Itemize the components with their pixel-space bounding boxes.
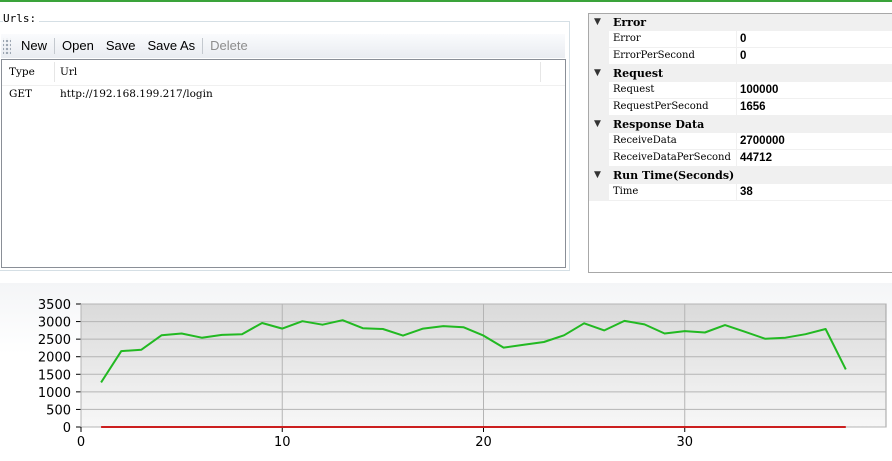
property-row[interactable]: ReceiveData 2700000 (589, 133, 892, 150)
category-label: Response Data (613, 118, 705, 131)
chevron-down-icon[interactable]: ▼ (594, 65, 601, 82)
category-response-data[interactable]: ▼ Response Data (589, 116, 892, 133)
url-row-type: GET (9, 88, 33, 100)
property-name: RequestPerSecond (613, 99, 737, 115)
y-tick-label: 2500 (38, 333, 71, 348)
property-row[interactable]: Request 100000 (589, 82, 892, 99)
new-button[interactable]: New (15, 35, 53, 57)
column-divider[interactable] (540, 62, 541, 82)
chevron-down-icon[interactable]: ▼ (594, 116, 601, 133)
y-tick-label: 3000 (38, 316, 71, 331)
property-value: 0 (740, 50, 747, 62)
property-value: 2700000 (740, 135, 785, 147)
delete-button[interactable]: Delete (204, 35, 254, 57)
top-accent-line (0, 0, 892, 2)
y-tick-label: 2000 (38, 351, 71, 366)
column-divider[interactable] (54, 62, 55, 82)
property-row[interactable]: Error 0 (589, 31, 892, 48)
property-value: 38 (740, 186, 753, 198)
category-run-time[interactable]: ▼ Run Time(Seconds) (589, 167, 892, 184)
property-row[interactable]: ErrorPerSecond 0 (589, 48, 892, 65)
category-label: Request (613, 67, 664, 80)
chevron-down-icon[interactable]: ▼ (594, 14, 601, 31)
property-value: 100000 (740, 84, 779, 96)
requests-chart: 0 500 1000 1500 2000 2500 3000 3500 0 10 20 30 (38, 298, 887, 450)
toolbar-separator (54, 38, 56, 54)
category-error[interactable]: ▼ Error (589, 14, 892, 31)
property-name: ReceiveData (613, 133, 737, 149)
url-list-header: Type Url (2, 60, 565, 86)
property-row[interactable]: RequestPerSecond 1656 (589, 99, 892, 116)
urls-toolbar: New Open Save Save As Delete (1, 34, 565, 58)
urls-legend: Urls: (3, 12, 40, 26)
property-value: 44712 (740, 152, 772, 164)
category-label: Run Time(Seconds) (613, 169, 735, 182)
save-button[interactable]: Save (100, 35, 142, 57)
property-row[interactable]: Time 38 (589, 184, 892, 201)
property-name: Time (613, 184, 737, 200)
property-value: 1656 (740, 101, 766, 113)
x-tick-label: 0 (77, 435, 85, 450)
property-row[interactable]: ReceiveDataPerSecond 44712 (589, 150, 892, 167)
property-name: ReceiveDataPerSecond (613, 150, 737, 166)
toolbar-grip[interactable] (3, 38, 11, 54)
y-tick-label: 3500 (38, 298, 71, 313)
y-tick-label: 1000 (38, 386, 71, 401)
y-tick-label: 500 (46, 403, 71, 418)
url-row[interactable]: GET http://192.168.199.217/login (2, 86, 565, 105)
x-tick-label: 20 (475, 435, 492, 450)
category-request[interactable]: ▼ Request (589, 65, 892, 82)
x-tick-label: 10 (274, 435, 291, 450)
property-name: ErrorPerSecond (613, 48, 737, 64)
property-name: Error (613, 31, 737, 47)
y-tick-label: 0 (63, 421, 71, 436)
chevron-down-icon[interactable]: ▼ (594, 167, 601, 184)
open-button[interactable]: Open (56, 35, 100, 57)
url-row-url: http://192.168.199.217/login (60, 88, 213, 100)
category-label: Error (613, 16, 647, 29)
save-as-button[interactable]: Save As (141, 35, 201, 57)
property-name: Request (613, 82, 737, 98)
y-tick-label: 1500 (38, 368, 71, 383)
stats-property-grid: ▼ Error Error 0 ErrorPerSecond 0 ▼ Reque… (588, 13, 892, 273)
url-list[interactable]: Type Url GET http://192.168.199.217/logi… (1, 59, 566, 268)
property-value: 0 (740, 33, 747, 45)
column-header-url[interactable]: Url (60, 66, 77, 78)
column-header-type[interactable]: Type (9, 66, 35, 78)
x-tick-label: 30 (676, 435, 693, 450)
requests-chart-panel: 0 500 1000 1500 2000 2500 3000 3500 0 10 20 30 (0, 283, 892, 461)
toolbar-separator (202, 38, 204, 54)
